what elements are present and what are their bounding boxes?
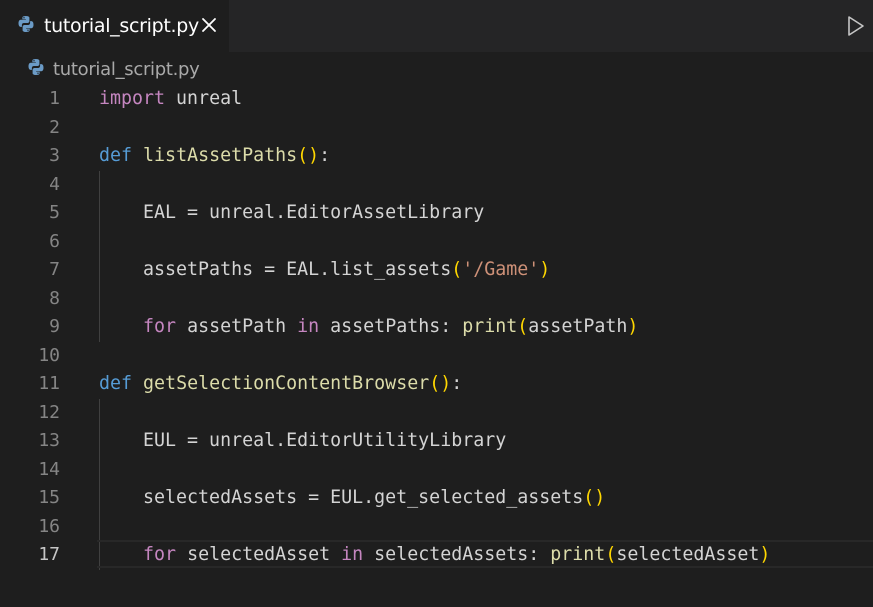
code-token: () <box>297 145 320 166</box>
code-token: ) <box>627 316 639 337</box>
python-icon <box>17 15 35 37</box>
code-token: assetPath <box>528 316 628 337</box>
code-token: listAssetPaths <box>143 145 298 166</box>
line-number: 13 <box>38 430 60 451</box>
tab-label: tutorial_script.py <box>44 15 199 37</box>
code-line[interactable]: 13 EUL = unreal.EditorUtilityLibrary <box>0 427 873 456</box>
code-text: assetPaths = EAL.list_assets('/Game') <box>99 256 550 285</box>
code-text: EUL = unreal.EditorUtilityLibrary <box>99 427 506 456</box>
code-token: assetPaths: <box>319 316 463 337</box>
line-number: 2 <box>49 116 60 138</box>
code-editor-window: tutorial_script.py tutorial_script.py 1 … <box>0 0 873 607</box>
code-token: unreal <box>165 88 243 109</box>
code-token: getSelectionContentBrowser <box>143 373 430 394</box>
line-number: 4 <box>49 173 60 195</box>
code-token: selectedAssets: <box>363 544 551 565</box>
code-token: assetPath <box>176 316 298 337</box>
code-token: () <box>429 373 452 394</box>
code-line[interactable]: 6 <box>0 228 873 257</box>
code-token: for <box>143 316 177 337</box>
code-line[interactable]: 7 assetPaths = EAL.list_assets('/Game') <box>0 256 873 285</box>
code-text: EAL = unreal.EditorAssetLibrary <box>99 199 484 228</box>
code-token: : <box>319 145 331 166</box>
line-number: 17 <box>38 544 60 565</box>
code-token: : <box>451 373 463 394</box>
code-line[interactable]: 4 <box>0 171 873 200</box>
line-number: 1 <box>49 88 60 109</box>
line-number: 14 <box>38 458 60 480</box>
python-icon <box>27 58 45 80</box>
line-number: 8 <box>49 287 60 309</box>
code-text: for selectedAsset in selectedAssets: pri… <box>99 541 770 570</box>
code-token: in <box>341 544 364 565</box>
line-number: 11 <box>38 373 60 394</box>
breadcrumb-file-label: tutorial_script.py <box>53 58 200 80</box>
tab-bar: tutorial_script.py <box>0 0 873 52</box>
code-line[interactable]: 5 EAL = unreal.EditorAssetLibrary <box>0 199 873 228</box>
code-token: selectedAsset <box>616 544 760 565</box>
code-token: EAL = unreal.EditorAssetLibrary <box>99 202 485 223</box>
code-line[interactable]: 3 def listAssetPaths(): <box>0 142 873 171</box>
code-token: in <box>297 316 320 337</box>
code-text: def getSelectionContentBrowser(): <box>99 370 462 399</box>
line-number: 10 <box>38 344 60 366</box>
line-number: 6 <box>49 230 60 252</box>
code-token: selectedAsset <box>176 544 342 565</box>
code-token: ) <box>539 259 551 280</box>
code-token: ( <box>451 259 463 280</box>
line-number: 16 <box>38 515 60 537</box>
code-token: ( <box>517 316 529 337</box>
code-line[interactable]: 15 selectedAssets = EUL.get_selected_ass… <box>0 484 873 513</box>
tab-tutorial-script[interactable]: tutorial_script.py <box>0 0 229 52</box>
code-token: assetPaths = EAL.list_assets <box>99 259 452 280</box>
line-number: 9 <box>49 316 60 337</box>
code-token: print <box>550 544 606 565</box>
code-token: import <box>99 88 166 109</box>
close-icon[interactable] <box>199 15 219 35</box>
code-token: def <box>99 373 133 394</box>
code-token: for <box>143 544 177 565</box>
line-number: 15 <box>38 487 60 508</box>
code-line[interactable]: 16 <box>0 513 873 542</box>
code-text: selectedAssets = EUL.get_selected_assets… <box>99 484 605 513</box>
code-token: selectedAssets = EUL.get_selected_assets <box>99 487 584 508</box>
code-line[interactable]: 1 import unreal <box>0 85 873 114</box>
code-text: import unreal <box>99 85 242 114</box>
line-number: 5 <box>49 202 60 223</box>
play-icon[interactable] <box>845 14 867 38</box>
code-token: () <box>583 487 606 508</box>
code-line[interactable]: 14 <box>0 456 873 485</box>
code-token: EUL = unreal.EditorUtilityLibrary <box>99 430 507 451</box>
code-token: def <box>99 145 133 166</box>
code-token: ) <box>759 544 771 565</box>
code-editor[interactable]: 1 import unreal 2 3 def listAssetPaths(): 4 5 … <box>0 85 873 585</box>
line-number: 12 <box>38 401 60 423</box>
code-line[interactable]: 2 <box>0 114 873 143</box>
line-number: 7 <box>49 259 60 280</box>
code-line[interactable]: 11 def getSelectionContentBrowser(): <box>0 370 873 399</box>
code-token: '/Game' <box>462 259 540 280</box>
code-line[interactable]: 8 <box>0 285 873 314</box>
code-line[interactable]: 17 for selectedAsset in selectedAssets: … <box>0 540 873 570</box>
code-token: print <box>462 316 518 337</box>
code-token: ( <box>605 544 617 565</box>
code-line[interactable]: 12 <box>0 399 873 428</box>
code-text: for assetPath in assetPaths: print(asset… <box>99 313 638 342</box>
line-number: 3 <box>49 145 60 166</box>
breadcrumb[interactable]: tutorial_script.py <box>27 57 200 81</box>
code-line[interactable]: 9 for assetPath in assetPaths: print(ass… <box>0 313 873 342</box>
code-line[interactable]: 10 <box>0 342 873 371</box>
code-text: def listAssetPaths(): <box>99 142 330 171</box>
